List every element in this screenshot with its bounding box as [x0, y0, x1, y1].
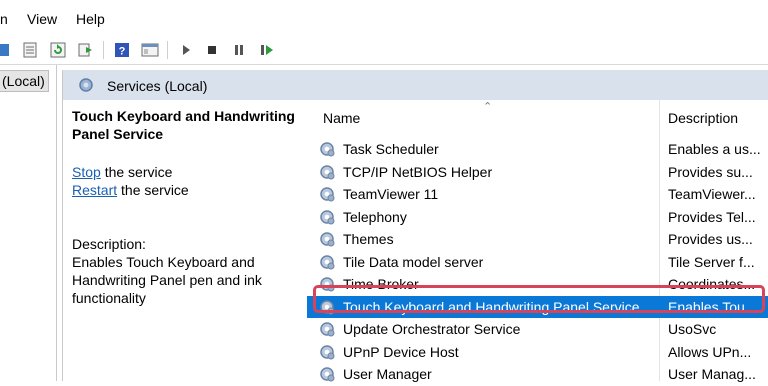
service-name-cell: TeamViewer 11 — [343, 186, 439, 202]
description-label: Description: — [72, 236, 146, 252]
service-row[interactable]: Telephony Provides Tel... — [307, 206, 768, 228]
service-gear-icon — [318, 320, 336, 341]
toolbar: ? — [0, 36, 768, 65]
highlight-annotation — [313, 285, 765, 313]
panel-title: Services (Local) — [107, 78, 208, 94]
restart-action: Restart the service — [72, 182, 189, 198]
back-arrow-icon[interactable] — [0, 40, 12, 60]
restart-service-icon[interactable] — [257, 40, 277, 60]
service-name-cell: Tile Data model server — [343, 253, 484, 270]
service-name-cell: Update Orchestrator Service — [343, 321, 521, 337]
service-row[interactable]: Themes Provides us... — [307, 228, 768, 250]
service-description: Description: Enables Touch Keyboard and … — [72, 235, 302, 307]
console-view-icon[interactable] — [140, 40, 160, 60]
service-name-cell: Themes — [343, 231, 394, 247]
service-description-cell: UsoSvc — [668, 321, 717, 337]
services-list: ⌃ Name Description Task Scheduler Enables… — [307, 100, 768, 382]
description-text: Enables Touch Keyboard and Handwriting P… — [72, 254, 262, 306]
service-row[interactable]: UPnP Device Host Allows UPn... — [307, 341, 768, 363]
sort-ascending-icon: ⌃ — [483, 101, 493, 113]
service-description-cell: Allows UPn... — [668, 343, 752, 360]
stop-service-icon[interactable] — [202, 40, 222, 60]
service-name-cell: TCP/IP NetBIOS Helper — [343, 163, 493, 180]
service-row[interactable]: Update Orchestrator Service UsoSvc — [307, 318, 768, 340]
stop-suffix: the service — [100, 164, 173, 180]
service-name-cell: Telephony — [343, 208, 407, 225]
service-name-cell: UPnP Device Host — [343, 343, 459, 360]
panel-header: Services (Local) — [63, 70, 768, 100]
service-description-cell: Provides Tel... — [668, 208, 756, 225]
service-gear-icon — [318, 365, 336, 386]
menu-view[interactable]: View — [27, 11, 57, 27]
service-description-cell: Provides us... — [668, 231, 753, 247]
service-details-pane: Touch Keyboard and Handwriting Panel Ser… — [63, 100, 307, 381]
menu-bar: n View Help — [0, 0, 768, 36]
restart-suffix: the service — [117, 182, 189, 198]
service-gear-icon — [318, 230, 336, 251]
service-description-cell: Tile Server f... — [668, 253, 755, 270]
service-row[interactable]: Task Scheduler Enables a us... — [307, 138, 768, 160]
restart-link[interactable]: Restart — [72, 182, 117, 198]
stop-link[interactable]: Stop — [72, 164, 101, 180]
selected-service-name: Touch Keyboard and Handwriting Panel Ser… — [72, 108, 295, 142]
service-gear-icon — [318, 163, 336, 184]
start-service-icon[interactable] — [176, 40, 196, 60]
service-gear-icon — [318, 208, 336, 229]
svg-text:?: ? — [119, 46, 126, 58]
properties-icon[interactable] — [20, 40, 40, 60]
services-gear-icon — [77, 76, 95, 97]
service-gear-icon — [318, 140, 336, 161]
service-gear-icon — [318, 343, 336, 364]
menu-help[interactable]: Help — [76, 11, 105, 27]
column-header-description[interactable]: Description — [668, 105, 738, 131]
pause-service-icon[interactable] — [229, 40, 249, 60]
service-row[interactable]: User Manager User Manag... — [307, 363, 768, 385]
service-row[interactable]: TCP/IP NetBIOS Helper Provides su... — [307, 161, 768, 183]
service-gear-icon — [318, 185, 336, 206]
service-row[interactable]: TeamViewer 11 TeamViewer... — [307, 183, 768, 205]
console-tree: (Local) — [0, 65, 57, 381]
service-name-cell: Task Scheduler — [343, 141, 439, 157]
service-description-cell: TeamViewer... — [668, 186, 756, 202]
column-header-name[interactable]: Name — [323, 105, 360, 131]
service-name-cell: User Manager — [343, 366, 432, 382]
service-description-cell: Enables a us... — [668, 141, 761, 157]
service-description-cell: Provides su... — [668, 163, 753, 180]
help-icon[interactable]: ? — [112, 40, 132, 60]
stop-action: Stop the service — [72, 164, 172, 180]
service-row[interactable]: Tile Data model server Tile Server f... — [307, 251, 768, 273]
services-panel: Services (Local) Touch Keyboard and Hand… — [62, 70, 768, 382]
refresh-icon[interactable] — [48, 40, 68, 60]
export-list-icon[interactable] — [76, 40, 96, 60]
menu-action[interactable]: n — [0, 11, 8, 27]
service-description-cell: User Manag... — [668, 366, 756, 382]
service-gear-icon — [318, 253, 336, 274]
tree-node-services-local[interactable]: (Local) — [0, 70, 49, 92]
